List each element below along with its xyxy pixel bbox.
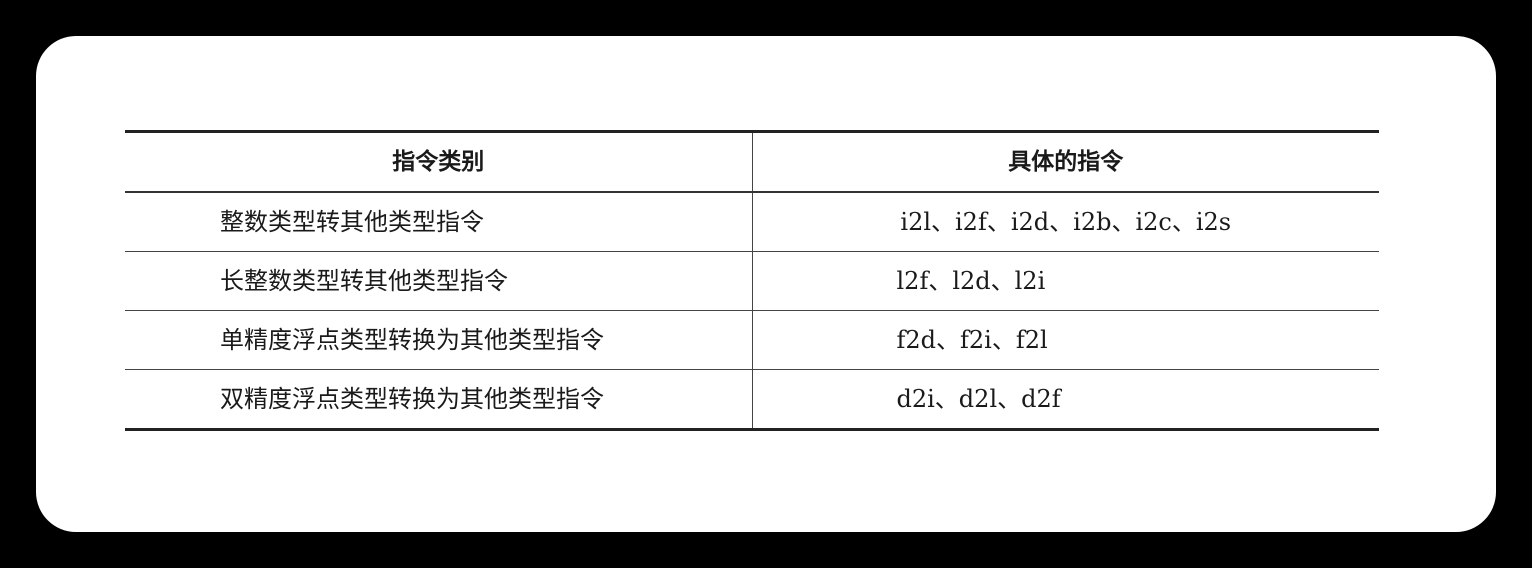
- instructions-cell: i2l、i2f、i2d、i2b、i2c、i2s: [752, 192, 1379, 252]
- category-cell: 单精度浮点类型转换为其他类型指令: [125, 310, 753, 370]
- instruction-table: 指令类别 具体的指令 整数类型转其他类型指令 i2l、i2f、i2d、i2b、i…: [125, 130, 1379, 431]
- table-body: 整数类型转其他类型指令 i2l、i2f、i2d、i2b、i2c、i2s 长整数类…: [125, 192, 1379, 431]
- header-instructions: 具体的指令: [752, 131, 1379, 193]
- table-header: 指令类别 具体的指令: [125, 131, 1379, 193]
- instructions-cell: d2i、d2l、d2f: [752, 369, 1379, 431]
- content-card: 指令类别 具体的指令 整数类型转其他类型指令 i2l、i2f、i2d、i2b、i…: [36, 36, 1496, 532]
- category-cell: 整数类型转其他类型指令: [125, 192, 753, 252]
- table-row: 双精度浮点类型转换为其他类型指令 d2i、d2l、d2f: [125, 369, 1379, 431]
- category-cell: 双精度浮点类型转换为其他类型指令: [125, 369, 753, 431]
- header-row: 指令类别 具体的指令: [125, 131, 1379, 193]
- table-row: 长整数类型转其他类型指令 l2f、l2d、l2i: [125, 251, 1379, 311]
- category-cell: 长整数类型转其他类型指令: [125, 251, 753, 311]
- table-row: 整数类型转其他类型指令 i2l、i2f、i2d、i2b、i2c、i2s: [125, 192, 1379, 252]
- table-row: 单精度浮点类型转换为其他类型指令 f2d、f2i、f2l: [125, 310, 1379, 370]
- instructions-cell: f2d、f2i、f2l: [752, 310, 1379, 370]
- header-category: 指令类别: [125, 131, 753, 193]
- instructions-cell: l2f、l2d、l2i: [752, 251, 1379, 311]
